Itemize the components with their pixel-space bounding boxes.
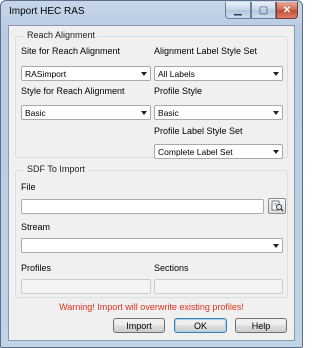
ok-button[interactable]: OK — [174, 318, 227, 333]
title-bar: Import HEC RAS ▁ ▢ ✕ — [1, 1, 302, 25]
chevron-down-icon — [273, 150, 279, 154]
browse-file-icon — [271, 200, 284, 212]
alignment-label-style-combo[interactable]: All Labels — [154, 66, 283, 81]
chevron-down-icon — [273, 111, 279, 115]
chevron-down-icon — [141, 72, 147, 76]
sections-label: Sections — [154, 263, 189, 273]
alignment-label-style-label: Alignment Label Style Set — [154, 46, 258, 56]
sections-field — [154, 279, 283, 294]
maximize-button[interactable]: ▢ — [251, 2, 276, 19]
reach-alignment-group-label: Reach Alignment — [24, 30, 99, 40]
file-input[interactable] — [21, 199, 264, 214]
maximize-icon: ▢ — [258, 4, 269, 16]
alignment-label-style-value: All Labels — [158, 69, 195, 79]
help-button[interactable]: Help — [235, 318, 287, 333]
style-combo-value: Basic — [25, 108, 46, 118]
stream-label: Stream — [21, 222, 51, 232]
dialog-client-area: Reach Alignment Site for Reach Alignment… — [8, 25, 295, 341]
window-title: Import HEC RAS — [9, 6, 85, 17]
site-combo[interactable]: RASimport — [21, 66, 151, 81]
profile-label-style-value: Complete Label Set — [158, 147, 233, 157]
close-button[interactable]: ✕ — [276, 2, 298, 19]
profiles-label: Profiles — [21, 263, 52, 273]
minimize-button[interactable]: ▁ — [225, 2, 251, 19]
profile-label-style-label: Profile Label Style Set — [154, 126, 243, 136]
browse-button[interactable] — [268, 198, 286, 214]
stream-combo[interactable] — [21, 238, 283, 253]
chevron-down-icon — [273, 244, 279, 248]
style-combo[interactable]: Basic — [21, 105, 151, 120]
minimize-icon: ▁ — [234, 4, 242, 16]
import-button[interactable]: Import — [113, 318, 165, 333]
profiles-field — [21, 279, 151, 294]
sdf-to-import-group-label: SDF To Import — [24, 164, 88, 174]
overwrite-warning: Warning! Import will overwrite existing … — [59, 302, 244, 312]
import-hec-ras-dialog: Import HEC RAS ▁ ▢ ✕ Reach Alignment Sit… — [0, 0, 303, 348]
chevron-down-icon — [273, 72, 279, 76]
site-label: Site for Reach Alignment — [21, 46, 121, 56]
profile-style-value: Basic — [158, 108, 179, 118]
site-combo-value: RASimport — [25, 69, 67, 79]
close-icon: ✕ — [282, 4, 292, 16]
profile-label-style-combo[interactable]: Complete Label Set — [154, 144, 283, 159]
style-label: Style for Reach Alignment — [21, 86, 125, 96]
chevron-down-icon — [141, 111, 147, 115]
file-label: File — [21, 182, 36, 192]
profile-style-combo[interactable]: Basic — [154, 105, 283, 120]
profile-style-label: Profile Style — [154, 86, 203, 96]
